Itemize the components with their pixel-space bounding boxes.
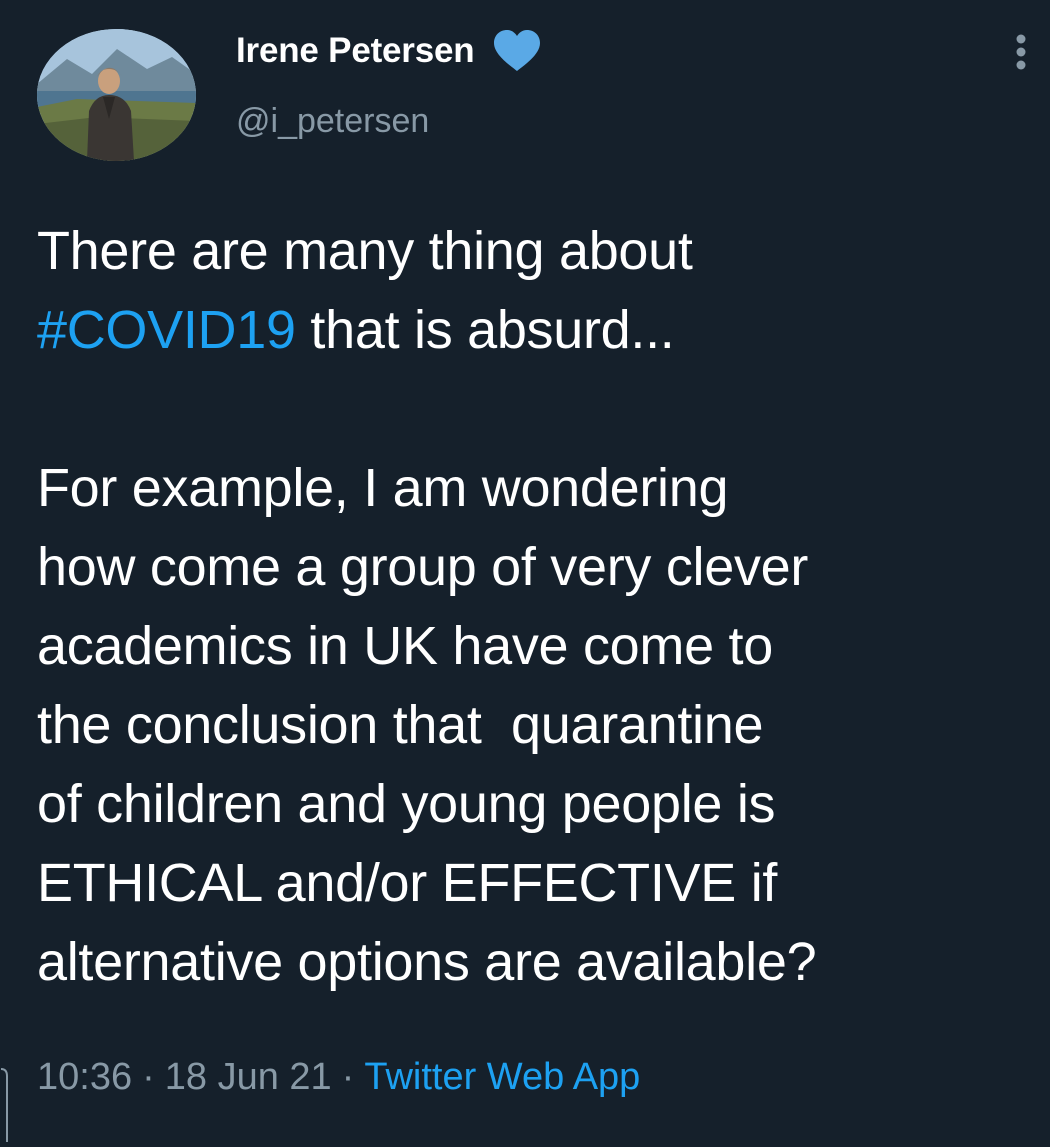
avatar[interactable]	[37, 29, 196, 161]
edge-bracket	[0, 1068, 12, 1142]
meta-separator: ·	[142, 1056, 155, 1098]
tweet-time: 10:36	[37, 1056, 133, 1098]
verified-heart-icon	[491, 29, 543, 73]
display-name-row: Irene Petersen	[236, 29, 543, 71]
tweet-text-segment: how come a group of very clever	[37, 537, 809, 597]
tweet-text-segment: that is absurd...	[295, 300, 675, 360]
hashtag-link[interactable]: #COVID19	[37, 300, 296, 360]
tweet-text-line: the conclusion that quarantine	[37, 686, 1037, 765]
tweet-meta: 10:36 · 18 Jun 21 · Twitter Web App	[37, 1052, 640, 1102]
tweet-text-segment: the conclusion that quarantine	[37, 695, 764, 755]
tweet-text-line: ETHICAL and/or EFFECTIVE if	[37, 844, 1037, 923]
tweet-header: Irene Petersen @i_petersen	[37, 29, 1017, 161]
tweet-text-line	[37, 370, 1037, 449]
tweet-text-line: how come a group of very clever	[37, 528, 1037, 607]
tweet-text-line: For example, I am wondering	[37, 449, 1037, 528]
display-name[interactable]: Irene Petersen	[236, 31, 475, 71]
tweet-date: 18 Jun 21	[164, 1056, 332, 1098]
tweet-text-segment: alternative options are available?	[37, 932, 817, 992]
tweet-text-line: alternative options are available?	[37, 923, 1037, 1002]
meta-separator: ·	[341, 1056, 355, 1098]
tweet-card: Irene Petersen @i_petersen There are man…	[0, 0, 1050, 1142]
tweet-text-line: #COVID19 that is absurd...	[37, 291, 1037, 370]
more-options-icon[interactable]	[1011, 34, 1031, 74]
tweet-text-segment: academics in UK have come to	[37, 616, 773, 676]
tweet-text-segment: of children and young people is	[37, 774, 776, 834]
tweet-text-line: of children and young people is	[37, 765, 1037, 844]
tweet-source-link[interactable]: Twitter Web App	[364, 1056, 640, 1098]
tweet-text-segment: There are many thing about	[37, 221, 693, 281]
tweet-text-line: academics in UK have come to	[37, 607, 1037, 686]
tweet-text: There are many thing about #COVID19 that …	[37, 212, 1037, 1002]
tweet-text-segment: ETHICAL and/or EFFECTIVE if	[37, 853, 778, 913]
tweet-text-segment: For example, I am wondering	[37, 458, 729, 518]
avatar-photo	[37, 29, 196, 161]
user-handle[interactable]: @i_petersen	[236, 101, 429, 141]
tweet-text-line: There are many thing about	[37, 212, 1037, 291]
